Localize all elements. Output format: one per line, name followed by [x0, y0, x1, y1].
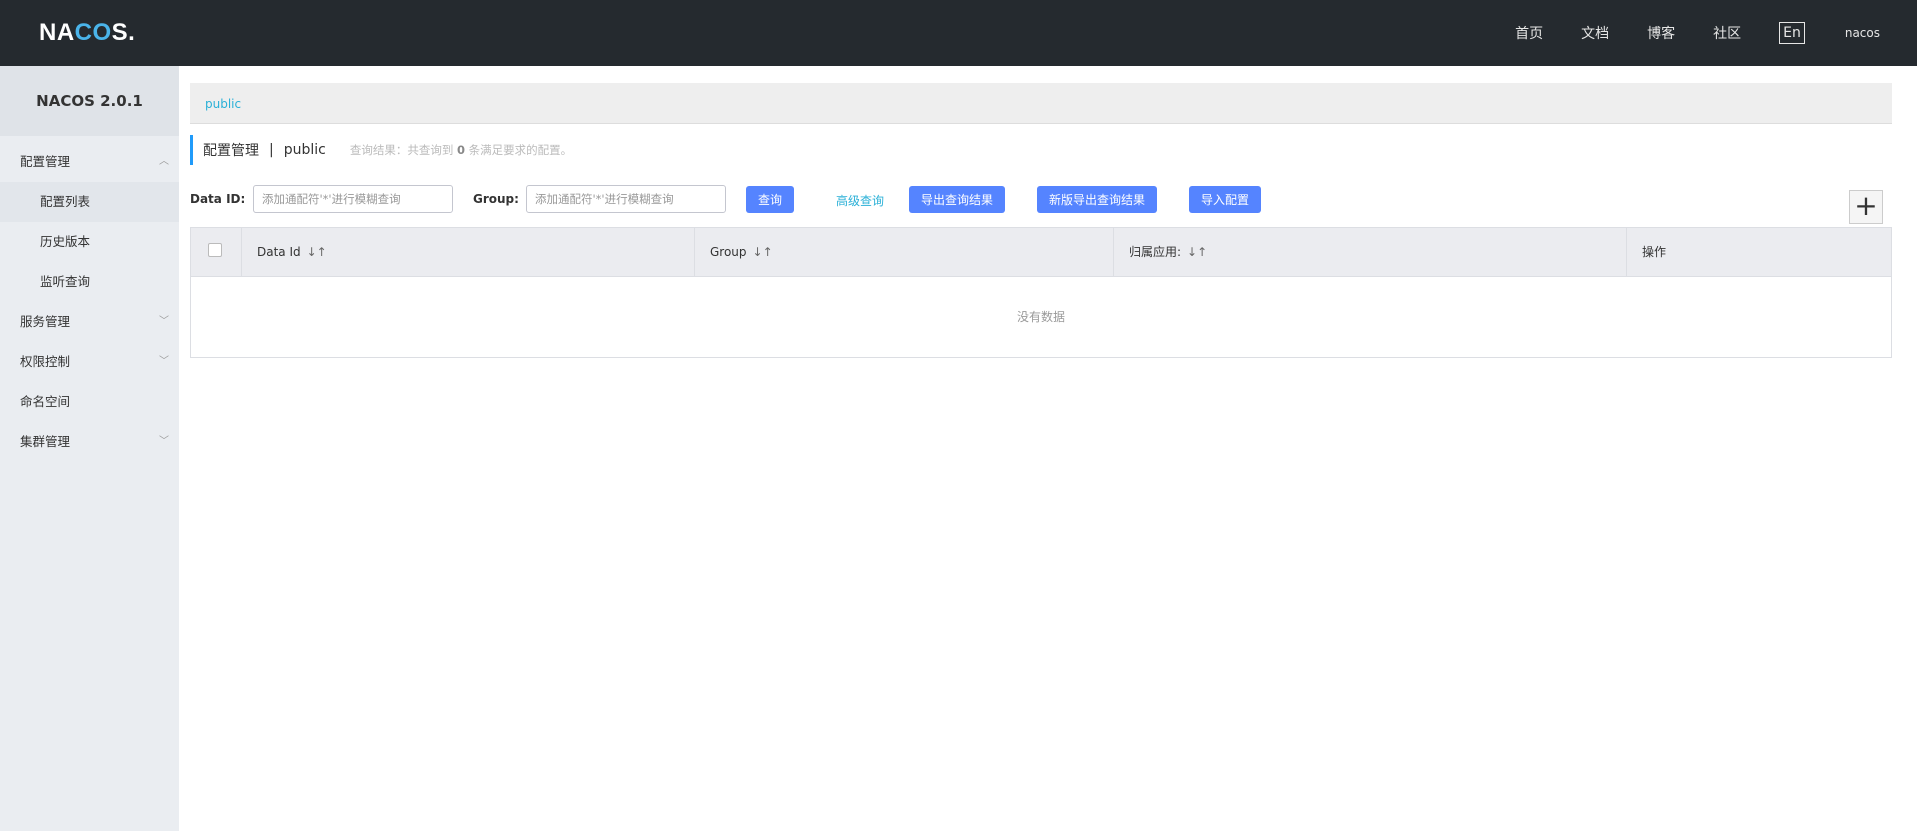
select-all-cell	[191, 228, 242, 276]
sidebar-item-config-management[interactable]: 配置管理 ︿	[0, 142, 179, 182]
sidebar: NACOS 2.0.1 配置管理 ︿ 配置列表 历史版本 监听查询 服务管理 ﹀…	[0, 66, 179, 831]
group-label: Group:	[473, 192, 519, 206]
column-group: Group ↓↑	[695, 228, 1114, 276]
nav-community[interactable]: 社区	[1713, 23, 1741, 43]
sidebar-item-namespace[interactable]: 命名空间	[0, 382, 179, 422]
query-button[interactable]: 查询	[746, 186, 795, 213]
sidebar-item-cluster-management[interactable]: 集群管理 ﹀	[0, 422, 179, 462]
sidebar-item-label: 历史版本	[40, 234, 91, 249]
column-label: 归属应用:	[1129, 245, 1182, 259]
result-count: 0	[457, 143, 466, 157]
group-input[interactable]	[526, 185, 726, 213]
namespace-public-link[interactable]: public	[205, 97, 241, 111]
top-nav: 首页 文档 博客 社区 En nacos	[1515, 0, 1917, 66]
user-menu[interactable]: nacos	[1845, 26, 1880, 40]
chevron-up-icon: ︿	[159, 156, 169, 167]
page-scrollbar[interactable]	[1901, 66, 1917, 831]
sidebar-item-label: 命名空间	[20, 394, 71, 409]
sidebar-item-label: 监听查询	[40, 274, 91, 289]
column-label: 操作	[1642, 245, 1667, 259]
sidebar-item-label: 服务管理	[20, 314, 71, 329]
title-separator: |	[269, 142, 274, 158]
sort-icon[interactable]: ↓↑	[753, 245, 773, 259]
search-row: Data ID: Group: 查询 高级查询 导出查询结果 新版导出查询结果 …	[190, 185, 1892, 215]
page-namespace: public	[283, 142, 326, 158]
chevron-down-icon: ﹀	[159, 356, 169, 367]
chevron-down-icon: ﹀	[159, 316, 169, 327]
sidebar-item-label: 配置列表	[40, 194, 91, 209]
sidebar-menu: 配置管理 ︿ 配置列表 历史版本 监听查询 服务管理 ﹀ 权限控制 ﹀ 命名空间…	[0, 142, 179, 462]
empty-state: 没有数据	[1016, 310, 1065, 324]
sidebar-item-config-list[interactable]: 配置列表	[0, 182, 179, 222]
advanced-query-link[interactable]: 高级查询	[836, 192, 884, 209]
import-config-button[interactable]: 导入配置	[1189, 186, 1262, 213]
sidebar-title: NACOS 2.0.1	[0, 66, 179, 136]
add-config-button[interactable]: +	[1849, 190, 1883, 224]
data-id-label: Data ID:	[190, 192, 246, 206]
top-header: NA CO S. 首页 文档 博客 社区 En nacos	[0, 0, 1917, 66]
sort-icon[interactable]: ↓↑	[307, 245, 327, 259]
chevron-down-icon: ﹀	[159, 436, 169, 447]
nav-docs[interactable]: 文档	[1581, 23, 1609, 43]
column-label: Group	[710, 245, 747, 259]
export-results-new-button[interactable]: 新版导出查询结果	[1037, 186, 1158, 213]
nav-home[interactable]: 首页	[1515, 23, 1543, 43]
sidebar-item-service-management[interactable]: 服务管理 ﹀	[0, 302, 179, 342]
data-id-input[interactable]	[253, 185, 453, 213]
sidebar-item-history[interactable]: 历史版本	[0, 222, 179, 262]
column-actions: 操作	[1627, 228, 1891, 276]
result-suffix: 条满足要求的配置。	[468, 143, 573, 157]
logo-text-main: NA	[39, 19, 75, 46]
logo-text-end: S.	[111, 19, 136, 46]
page-header: 配置管理 | public 查询结果：共查询到 0 条满足要求的配置。	[190, 135, 572, 165]
sidebar-item-label: 集群管理	[20, 434, 71, 449]
column-data-id: Data Id ↓↑	[242, 228, 695, 276]
sidebar-item-listener-query[interactable]: 监听查询	[0, 262, 179, 302]
config-table: Data Id ↓↑ Group ↓↑ 归属应用: ↓↑ 操作 没有数据	[190, 227, 1892, 358]
query-result-summary: 查询结果：共查询到 0 条满足要求的配置。	[350, 142, 572, 158]
select-all-checkbox[interactable]	[208, 243, 222, 257]
page-title: 配置管理	[203, 143, 259, 159]
language-toggle-button[interactable]: En	[1779, 22, 1805, 44]
result-prefix: 查询结果：共查询到	[349, 143, 454, 157]
column-label: Data Id	[257, 245, 301, 259]
sidebar-item-label: 配置管理	[20, 154, 71, 169]
nacos-logo[interactable]: NA CO S.	[39, 18, 135, 48]
sidebar-item-label: 权限控制	[20, 354, 71, 369]
sidebar-item-permission-control[interactable]: 权限控制 ﹀	[0, 342, 179, 382]
nav-blog[interactable]: 博客	[1647, 23, 1675, 43]
sort-icon[interactable]: ↓↑	[1187, 245, 1207, 259]
namespace-bar: public	[190, 83, 1892, 124]
column-app: 归属应用: ↓↑	[1114, 228, 1627, 276]
logo-text-accent: CO	[74, 19, 112, 46]
export-results-button[interactable]: 导出查询结果	[909, 186, 1006, 213]
table-header: Data Id ↓↑ Group ↓↑ 归属应用: ↓↑ 操作	[191, 228, 1891, 277]
